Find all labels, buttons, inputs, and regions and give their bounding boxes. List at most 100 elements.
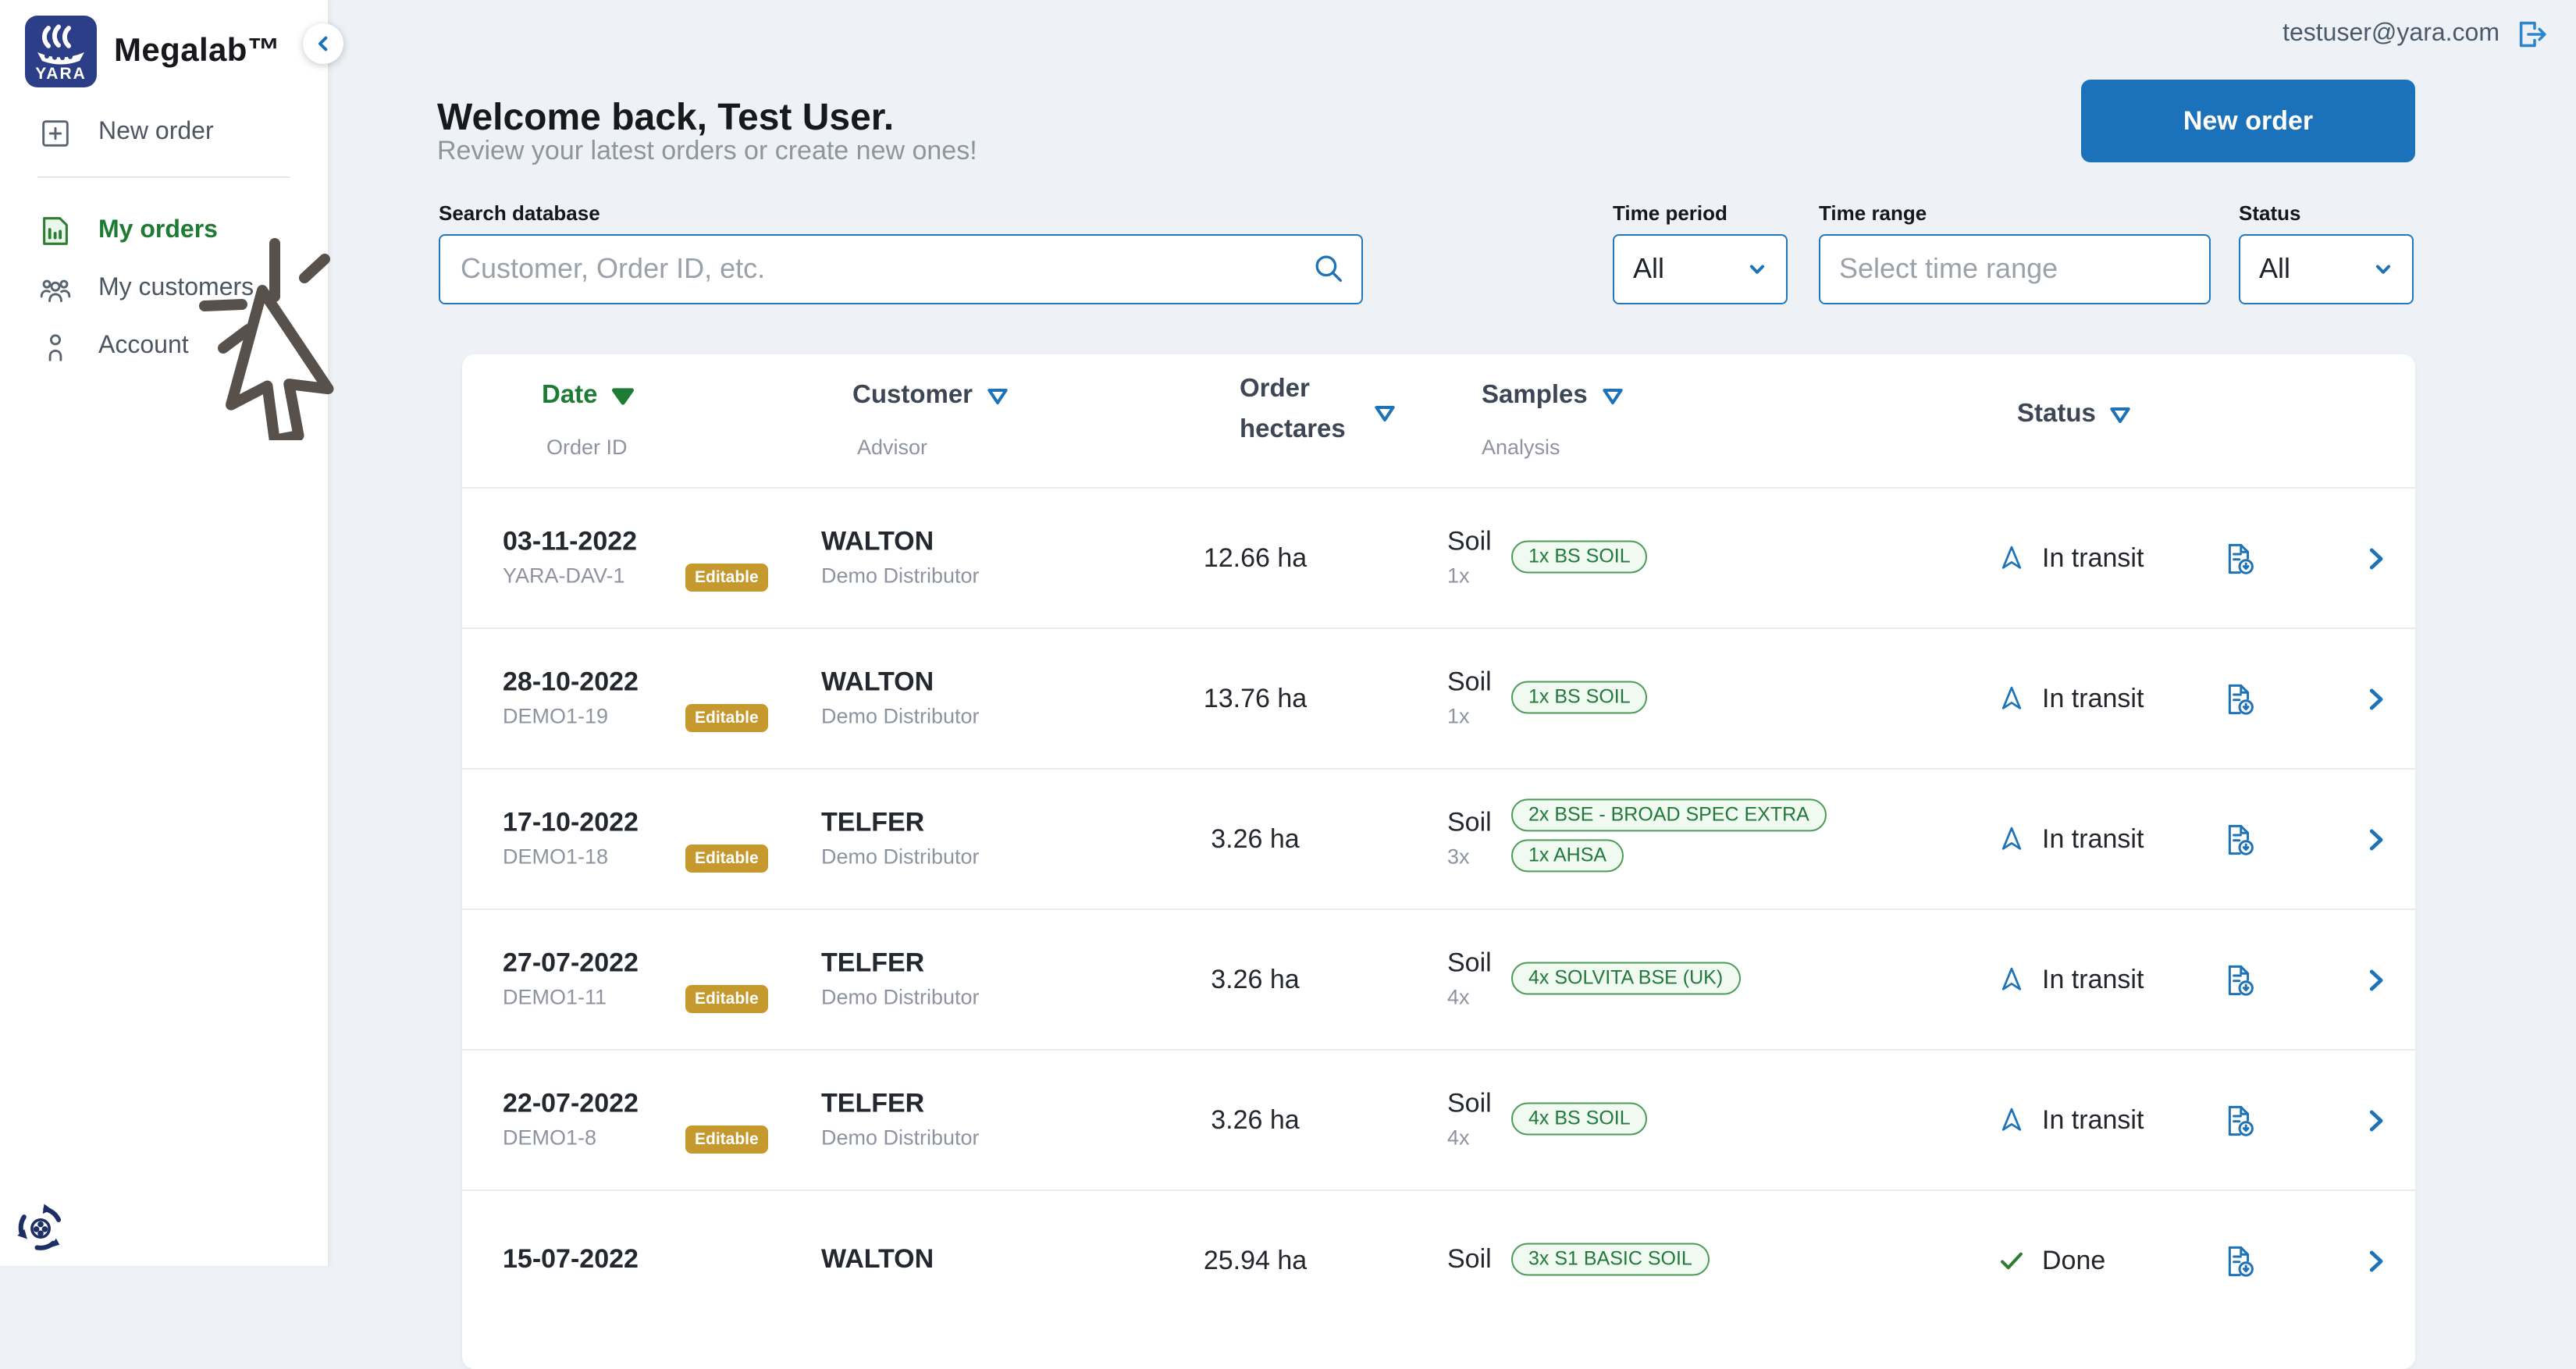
row-customer: WALTON xyxy=(821,666,934,696)
sidebar-item-account[interactable]: Account xyxy=(0,320,328,373)
row-order-id: DEMO1-19 xyxy=(503,703,609,727)
cookie-settings-icon[interactable] xyxy=(12,1200,69,1257)
report-download-icon[interactable] xyxy=(2220,1101,2258,1139)
time-range-input[interactable] xyxy=(1819,234,2211,304)
row-sample-type: Soil xyxy=(1447,1087,1492,1118)
sidebar-item-my-customers[interactable]: My customers xyxy=(0,262,328,315)
row-status-label: In transit xyxy=(2042,683,2144,713)
analysis-chip: 4x SOLVITA BSE (UK) xyxy=(1511,961,1741,994)
order-row[interactable]: 15-07-2022 WALTON 25.94 ha Soil 3x S1 BA… xyxy=(462,1189,2415,1330)
row-chevron-icon[interactable] xyxy=(2361,965,2390,994)
order-row[interactable]: 22-07-2022 DEMO1-8 Editable TELFER Demo … xyxy=(462,1049,2415,1189)
sidebar-item-my-orders[interactable]: My orders xyxy=(0,204,328,258)
row-status-label: Done xyxy=(2042,1245,2106,1275)
column-header-samples[interactable]: Samples xyxy=(1482,381,1625,411)
new-order-button[interactable]: New order xyxy=(2081,80,2415,162)
date-cell: 27-07-2022 DEMO1-11 xyxy=(503,945,639,1011)
column-header-customer[interactable]: Customer xyxy=(852,381,1010,411)
sidebar-collapse-button[interactable] xyxy=(303,23,343,64)
customer-cell: TELFER Demo Distributor xyxy=(821,1086,980,1151)
report-download-icon[interactable] xyxy=(2220,680,2258,717)
search-input[interactable] xyxy=(439,234,1363,304)
row-hectares: 3.26 ha xyxy=(1211,964,1300,994)
in-transit-icon xyxy=(1997,684,2026,713)
report-download-icon[interactable] xyxy=(2220,820,2258,858)
row-customer: TELFER xyxy=(821,947,925,977)
chevron-left-icon xyxy=(311,31,336,56)
row-chevron-icon[interactable] xyxy=(2361,824,2390,854)
row-advisor: Demo Distributor xyxy=(821,844,980,868)
column-subheader-advisor: Advisor xyxy=(857,436,928,459)
column-header-status[interactable]: Status xyxy=(2017,400,2133,429)
time-period-select[interactable]: All xyxy=(1613,234,1788,304)
analysis-chip: 3x S1 BASIC SOIL xyxy=(1511,1242,1710,1275)
row-status-label: In transit xyxy=(2042,1104,2144,1134)
analysis-chip: 2x BSE - BROAD SPEC EXTRA xyxy=(1511,798,1827,831)
column-header-hectares[interactable]: Order hectares xyxy=(1240,368,1355,450)
row-order-id: DEMO1-8 xyxy=(503,1125,597,1149)
analysis-chip: 1x BS SOIL xyxy=(1511,680,1648,713)
orders-icon xyxy=(37,212,73,250)
row-hectares: 3.26 ha xyxy=(1211,823,1300,853)
filter-triangle-icon xyxy=(985,385,1010,407)
page-subtitle: Review your latest orders or create new … xyxy=(437,136,977,165)
order-row[interactable]: 17-10-2022 DEMO1-18 Editable TELFER Demo… xyxy=(462,768,2415,909)
customer-cell: WALTON Demo Distributor xyxy=(821,524,980,589)
in-transit-icon xyxy=(1997,965,2026,994)
row-advisor: Demo Distributor xyxy=(821,703,980,727)
customer-cell: TELFER Demo Distributor xyxy=(821,945,980,1011)
page-title: Welcome back, Test User. xyxy=(437,97,895,140)
date-cell: 17-10-2022 DEMO1-18 xyxy=(503,805,639,870)
row-chevron-icon[interactable] xyxy=(2361,1105,2390,1135)
sidebar-item-new-order[interactable]: New order xyxy=(0,106,328,159)
report-download-icon[interactable] xyxy=(2220,1242,2258,1279)
row-date: 28-10-2022 xyxy=(503,666,639,696)
row-advisor: Demo Distributor xyxy=(821,563,980,587)
row-chevron-icon[interactable] xyxy=(2361,684,2390,713)
sample-cell: Soil 4x xyxy=(1447,1086,1492,1151)
account-icon xyxy=(37,329,73,364)
row-hectares: 12.66 ha xyxy=(1203,542,1308,572)
row-date: 15-07-2022 xyxy=(503,1243,639,1274)
analysis-chip: 1x BS SOIL xyxy=(1511,539,1648,573)
order-row[interactable]: 28-10-2022 DEMO1-19 Editable WALTON Demo… xyxy=(462,628,2415,768)
sample-cell: Soil xyxy=(1447,1242,1492,1278)
row-date: 22-07-2022 xyxy=(503,1087,639,1118)
time-range-label: Time range xyxy=(1819,201,1927,225)
report-download-icon[interactable] xyxy=(2220,961,2258,998)
row-hectares: 25.94 ha xyxy=(1203,1245,1308,1275)
row-customer: WALTON xyxy=(821,525,934,556)
row-sample-count: 4x xyxy=(1447,1125,1470,1149)
yara-logo: YARA xyxy=(25,16,97,87)
user-email: testuser@yara.com xyxy=(2282,20,2500,47)
row-sample-count: 3x xyxy=(1447,844,1470,868)
logout-icon[interactable] xyxy=(2514,16,2551,53)
editable-badge: Editable xyxy=(685,1125,768,1153)
sample-cell: Soil 3x xyxy=(1447,805,1492,870)
row-date: 03-11-2022 xyxy=(503,525,638,556)
sidebar-item-label: New order xyxy=(98,119,214,145)
customers-icon xyxy=(37,271,73,307)
date-cell: 28-10-2022 DEMO1-19 xyxy=(503,664,639,730)
row-status-label: In transit xyxy=(2042,964,2144,994)
order-row[interactable]: 03-11-2022 YARA-DAV-1 Editable WALTON De… xyxy=(462,489,2415,628)
order-rows: 03-11-2022 YARA-DAV-1 Editable WALTON De… xyxy=(462,489,2415,1330)
row-chevron-icon[interactable] xyxy=(2361,543,2390,573)
column-label-status: Status xyxy=(2017,400,2096,428)
column-subheader-order-id: Order ID xyxy=(546,436,628,459)
column-header-date[interactable]: Date xyxy=(542,381,635,411)
row-customer: TELFER xyxy=(821,806,925,837)
filter-triangle-icon xyxy=(2108,404,2133,425)
sidebar-divider xyxy=(37,176,290,178)
status-select[interactable]: All xyxy=(2239,234,2414,304)
customer-cell: WALTON Demo Distributor xyxy=(821,664,980,730)
customer-cell: WALTON xyxy=(821,1242,934,1278)
status-cell: Done xyxy=(1997,1245,2105,1276)
row-chevron-icon[interactable] xyxy=(2361,1246,2390,1275)
topbar: testuser@yara.com xyxy=(2282,16,2551,53)
order-row[interactable]: 27-07-2022 DEMO1-11 Editable TELFER Demo… xyxy=(462,909,2415,1049)
report-download-icon[interactable] xyxy=(2220,539,2258,577)
search-icon[interactable] xyxy=(1311,251,1346,286)
row-sample-count: 1x xyxy=(1447,563,1470,587)
time-period-label: Time period xyxy=(1613,201,1727,225)
